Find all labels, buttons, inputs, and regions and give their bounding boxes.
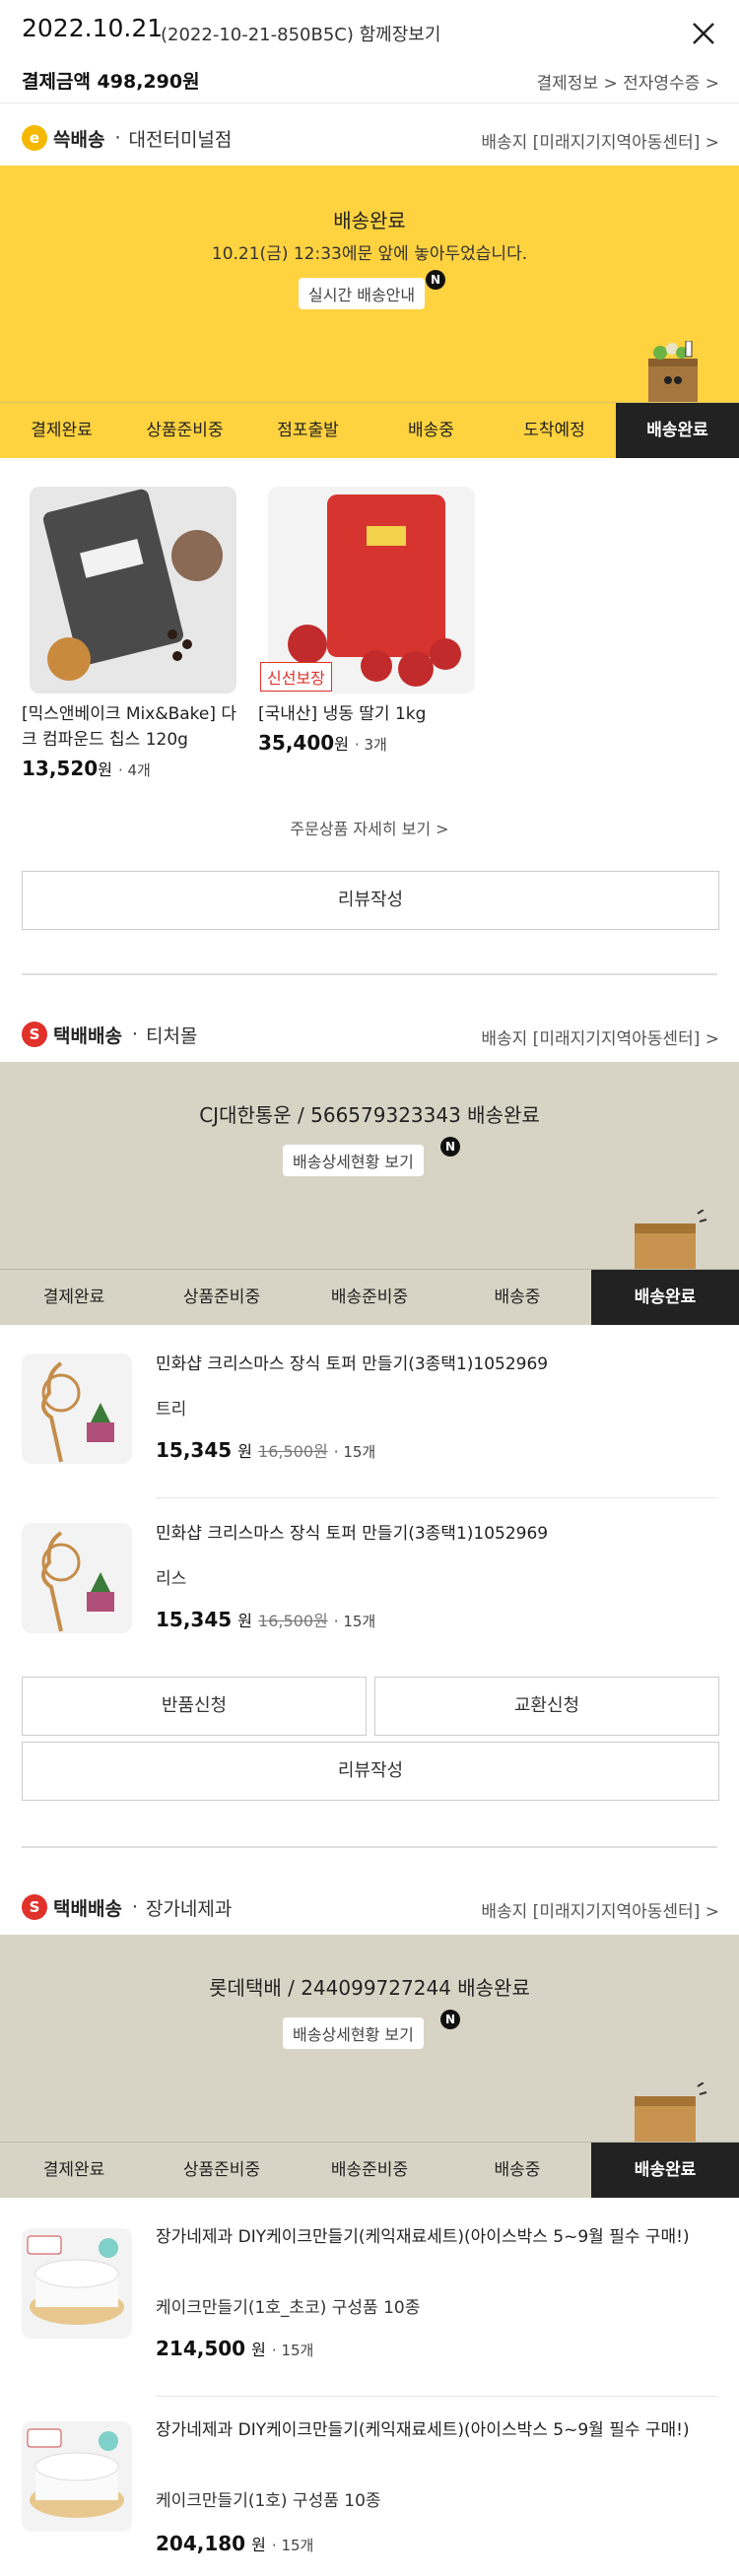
product-price: 15,345 원 16,500원 · 15개 [156,1608,376,1631]
payment-amount: 결제금액 498,290원 [22,71,200,93]
destination-link[interactable]: 배송지 [미래지기지역아동센터] > [481,1897,719,1922]
live-tracking-button[interactable]: 실시간 배송안내 [299,278,426,309]
payment-bar: 결제금액 498,290원 결제정보 > 전자영수증 > [0,61,739,100]
close-icon[interactable] [684,14,723,53]
item-divider [156,1497,717,1498]
header-divider [0,102,739,103]
tab-delivered: 배송완료 [591,2143,739,2198]
product-name[interactable]: [국내산] 냉동 딸기 1kg [258,701,475,727]
tab-paid: 결제완료 [31,421,93,440]
product-price: 214,500 원 · 15개 [156,2337,314,2360]
order-date: 2022.10.21 [22,14,164,42]
tab-ready-to-ship: 배송준비중 [330,2160,409,2180]
tab-preparing: 상품준비중 [182,1288,261,1307]
freshness-tag: 신선보장 [260,662,332,692]
delivery-type: 쓱배송 [53,128,105,151]
delivery-progress-tabs: 결제완료 상품준비중 점포출발 배송중 도착예정 배송완료 [0,402,739,458]
product-option: 리스 [156,1569,187,1589]
tab-in-transit: 배송중 [494,1288,541,1307]
product-price: 13,520원 · 4개 [22,757,151,780]
tab-delivered: 배송완료 [591,1270,739,1325]
order-detail-link[interactable]: 주문상품 자세히 보기 > [0,816,739,839]
status-title: CJ대한통운 / 566579323343 배송완료 [199,1103,540,1127]
product-name[interactable]: 장가네제과 DIY케이크만들기(케익재료세트)(아이스박스 5~9월 필수 구매… [156,2417,717,2443]
tab-in-transit: 배송중 [494,2160,541,2180]
store-name: 대전터미널점 [128,128,233,151]
order-header: 2022.10.21 (2022-10-21-850B5C) 함께장보기 [0,0,739,69]
tracking-detail-button[interactable]: 배송상세현황 보기 [283,2017,424,2049]
tab-paid: 결제완료 [42,2160,105,2180]
product-name[interactable]: 장가네제과 DIY케이크만들기(케익재료세트)(아이스박스 5~9월 필수 구매… [156,2224,717,2250]
product-image[interactable] [30,487,236,694]
delivery-status-hero: 배송완료 10.21(금) 12:33에문 앞에 놓아두었습니다. 실시간 배송… [0,165,739,402]
product-name[interactable]: [믹스앤베이크 Mix&Bake] 다크 컴파운드 칩스 120g [22,701,238,753]
section-divider [22,1846,717,1848]
status-message: 10.21(금) 12:33에문 앞에 놓아두었습니다. [211,244,528,264]
status-title: 롯데택배 / 244099727244 배송완료 [209,1976,530,2000]
new-badge: N [426,270,445,290]
product-image[interactable] [22,1354,132,1464]
product-image[interactable] [22,2228,132,2339]
tab-preparing: 상품준비중 [146,421,224,440]
tab-arriving: 도착예정 [523,421,585,440]
xmas-wreath-topper-image [41,1531,114,1632]
delivery-status-hero: 롯데택배 / 244099727244 배송완료 배송상세현황 보기 N [0,1935,739,2142]
write-review-button[interactable]: 리뷰작성 [22,1742,719,1801]
product-image[interactable] [22,1523,132,1633]
xmas-topper-image [41,1361,114,1463]
delivery-status-hero: CJ대한통운 / 566579323343 배송완료 배송상세현황 보기 N [0,1062,739,1269]
tab-delivered: 배송완료 [616,403,739,458]
tab-ready-to-ship: 배송준비중 [330,1288,409,1307]
s-badge-icon: S [22,1022,47,1047]
write-review-button[interactable]: 리뷰작성 [22,871,719,930]
delivery-type: 택배배송 [53,1897,122,1920]
tab-store-departed: 점포출발 [277,421,339,440]
grocery-bag-icon [648,341,698,402]
diy-cake-image [27,2235,124,2325]
section-3-label: S 택배배송 · 장가네제과 [22,1889,232,1925]
tracking-detail-button[interactable]: 배송상세현황 보기 [283,1145,424,1176]
product-price: 204,180 원 · 15개 [156,2532,314,2555]
product-option: 케이크만들기(1호) 구성품 10종 [156,2491,381,2511]
payment-links[interactable]: 결제정보 > 전자영수증 > [537,69,719,94]
order-number: (2022-10-21-850B5C) 함께장보기 [161,25,441,45]
tab-paid: 결제완료 [42,1288,105,1307]
product-option: 트리 [156,1400,187,1420]
delivery-progress-tabs: 결제완료 상품준비중 배송준비중 배송중 배송완료 [0,2142,739,2198]
product-image[interactable] [22,2421,132,2532]
store-name: 티처몰 [145,1024,198,1047]
destination-link[interactable]: 배송지 [미래지기지역아동센터] > [481,1024,719,1049]
product-option: 케이크만들기(1호_초코) 구성품 10종 [156,2298,421,2318]
product-price: 35,400원 · 3개 [258,731,387,755]
new-badge: N [440,1137,460,1156]
status-title: 배송완료 [333,209,406,232]
s-badge-icon: S [22,1894,47,1920]
delivery-progress-tabs: 결제완료 상품준비중 배송준비중 배송중 배송완료 [0,1269,739,1325]
item-divider [156,2396,717,2397]
return-request-button[interactable]: 반품신청 [22,1677,367,1736]
product-name[interactable]: 민화샵 크리스마스 장식 토퍼 만들기(3종택1)1052969 [156,1521,717,1547]
section-1-label: e 쓱배송 · 대전터미널점 [22,120,232,156]
product-price: 15,345 원 16,500원 · 15개 [156,1438,376,1462]
parcel-box-icon [635,1210,707,1269]
store-name: 장가네제과 [145,1897,233,1920]
tab-in-transit: 배송중 [408,421,454,440]
exchange-request-button[interactable]: 교환신청 [374,1677,719,1736]
diy-cake-image [27,2428,124,2518]
parcel-box-icon [635,2082,707,2142]
delivery-type: 택배배송 [53,1024,122,1047]
ssg-badge-icon: e [22,125,47,151]
destination-link[interactable]: 배송지 [미래지기지역아동센터] > [481,128,719,153]
product-name[interactable]: 민화샵 크리스마스 장식 토퍼 만들기(3종택1)1052969 [156,1352,717,1377]
section-divider [22,973,717,975]
new-badge: N [440,2010,460,2029]
chocolate-chips-image [42,489,223,681]
tab-preparing: 상품준비중 [182,2160,261,2180]
section-2-label: S 택배배송 · 티처몰 [22,1017,197,1052]
